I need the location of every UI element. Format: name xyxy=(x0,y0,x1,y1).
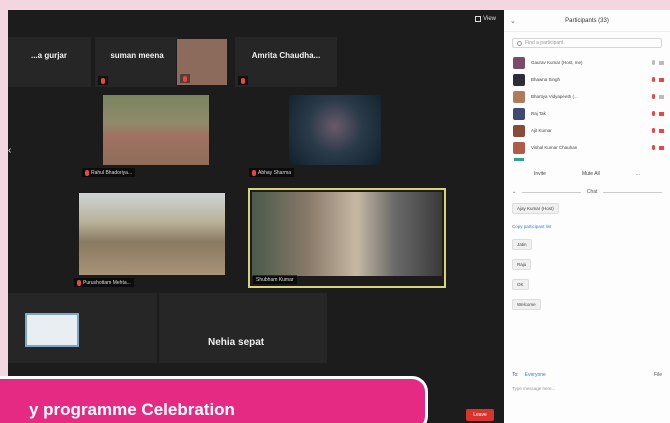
chat-recipient-bar: To: Everyone File xyxy=(504,372,670,378)
video-tile[interactable]: Abhay Sharma xyxy=(240,88,430,180)
avatar xyxy=(513,107,525,120)
tile-name: Amrita Chaudha... xyxy=(251,51,321,60)
divider xyxy=(603,191,663,193)
tile-label: Rahul Bhadoriya... xyxy=(82,168,136,177)
participant-row[interactable]: Bhawna Singh xyxy=(504,71,670,88)
chevron-down-icon[interactable]: ⌄ xyxy=(512,189,516,195)
chat-to-label: To: xyxy=(512,372,519,378)
grid-icon xyxy=(475,16,482,22)
recipient-select[interactable]: Everyone xyxy=(525,372,546,378)
video-tile[interactable]: Rahul Bhadoriya... xyxy=(78,88,234,180)
caption-banner: y programme Celebration xyxy=(0,376,428,423)
participant-row[interactable]: Gaurav Kumar (Host, me) xyxy=(504,54,670,71)
logo-image xyxy=(25,313,79,347)
participant-tile[interactable] xyxy=(158,292,328,364)
video-tile[interactable]: Purushottam Mehta... xyxy=(70,186,234,290)
camera-icon[interactable] xyxy=(659,60,664,65)
participant-tile[interactable]: Amrita Chaudha... xyxy=(234,36,338,88)
participant-row[interactable]: Vishal Kumar Chauhan xyxy=(504,139,670,156)
participant-tile[interactable] xyxy=(176,38,228,86)
camera-off-icon[interactable] xyxy=(659,111,664,116)
active-speaker-tile[interactable]: Shubham Kumar xyxy=(248,188,446,288)
participant-video xyxy=(79,193,225,275)
chevron-left-icon[interactable]: ‹ xyxy=(8,145,16,156)
tile-label xyxy=(180,74,190,83)
invite-button[interactable]: Invite xyxy=(529,169,551,179)
chat-header: ⌄ Chat xyxy=(504,187,670,197)
participant-video xyxy=(103,95,209,165)
camera-icon[interactable] xyxy=(659,94,664,99)
participant-video xyxy=(289,95,381,165)
chat-title: Chat xyxy=(586,189,598,195)
chat-message: Raju xyxy=(512,259,532,270)
search-icon xyxy=(517,40,522,46)
mic-muted-icon xyxy=(101,77,105,84)
camera-off-icon[interactable] xyxy=(659,145,664,150)
mic-muted-icon xyxy=(241,77,245,84)
camera-off-icon[interactable] xyxy=(659,77,664,82)
tile-label: Purushottam Mehta... xyxy=(74,278,134,287)
tile-name: ...a gurjar xyxy=(30,51,67,60)
tile-label: Abhay Sharma xyxy=(249,168,295,177)
participant-tile[interactable]: suman meena xyxy=(94,36,180,88)
tile-label xyxy=(238,76,248,85)
avatar xyxy=(513,56,525,69)
chat-message: OK xyxy=(512,279,529,290)
mic-muted-icon[interactable] xyxy=(652,77,655,82)
avatar xyxy=(513,90,525,103)
participant-tile[interactable]: ...a gurjar xyxy=(8,36,92,88)
participant-tile[interactable] xyxy=(8,292,158,364)
view-button[interactable]: View xyxy=(475,16,496,22)
mic-muted-icon xyxy=(85,169,89,176)
meeting-area: View ‹ ...a gurjar suman meena Amrita Ch… xyxy=(8,10,504,423)
tile-label: Shubham Kumar xyxy=(253,275,297,284)
participant-row[interactable]: Ajit Kumar xyxy=(504,122,670,139)
avatar xyxy=(513,141,525,154)
participant-row[interactable]: Raj Tak xyxy=(504,105,670,122)
mic-muted-icon xyxy=(183,75,187,82)
panel-title: Participants (33) xyxy=(565,17,609,24)
mic-muted-icon[interactable] xyxy=(652,145,655,150)
leave-button[interactable]: Leave xyxy=(466,409,494,421)
chat-message: Jatin xyxy=(512,239,532,250)
search-input[interactable]: Find a participant xyxy=(512,38,662,48)
chat-link[interactable]: Copy participant list xyxy=(512,224,662,229)
divider xyxy=(522,191,581,193)
mic-muted-icon xyxy=(252,169,256,176)
mic-muted-icon[interactable] xyxy=(652,128,655,133)
camera-off-icon[interactable] xyxy=(659,128,664,133)
panel-actions: Invite Mute All ... xyxy=(504,161,670,187)
tile-name: Nehia sepat xyxy=(208,337,265,348)
participant-video xyxy=(252,192,442,276)
view-label: View xyxy=(483,16,496,22)
file-button[interactable]: File xyxy=(654,372,662,378)
mic-muted-icon[interactable] xyxy=(652,94,655,99)
chat-message: Welcome xyxy=(512,299,541,310)
chat-message: Ajay Kumar (Host) xyxy=(512,203,559,214)
mic-icon[interactable] xyxy=(652,60,655,65)
participants-panel: ⌄ Participants (33) Find a participant G… xyxy=(504,10,670,423)
tile-name: suman meena xyxy=(110,51,164,60)
avatar xyxy=(513,73,525,86)
tile-label xyxy=(98,76,108,85)
mic-muted-icon xyxy=(77,279,81,286)
more-button[interactable]: ... xyxy=(631,169,645,179)
panel-header: ⌄ Participants (33) xyxy=(504,10,670,32)
participant-row[interactable]: Bhartiya Vidyapeeth (... xyxy=(504,88,670,105)
chat-input[interactable]: Type message here... xyxy=(512,386,555,391)
chevron-down-icon[interactable]: ⌄ xyxy=(510,17,516,25)
mute-all-button[interactable]: Mute All xyxy=(577,169,605,179)
avatar xyxy=(513,124,525,137)
mic-muted-icon[interactable] xyxy=(652,111,655,116)
